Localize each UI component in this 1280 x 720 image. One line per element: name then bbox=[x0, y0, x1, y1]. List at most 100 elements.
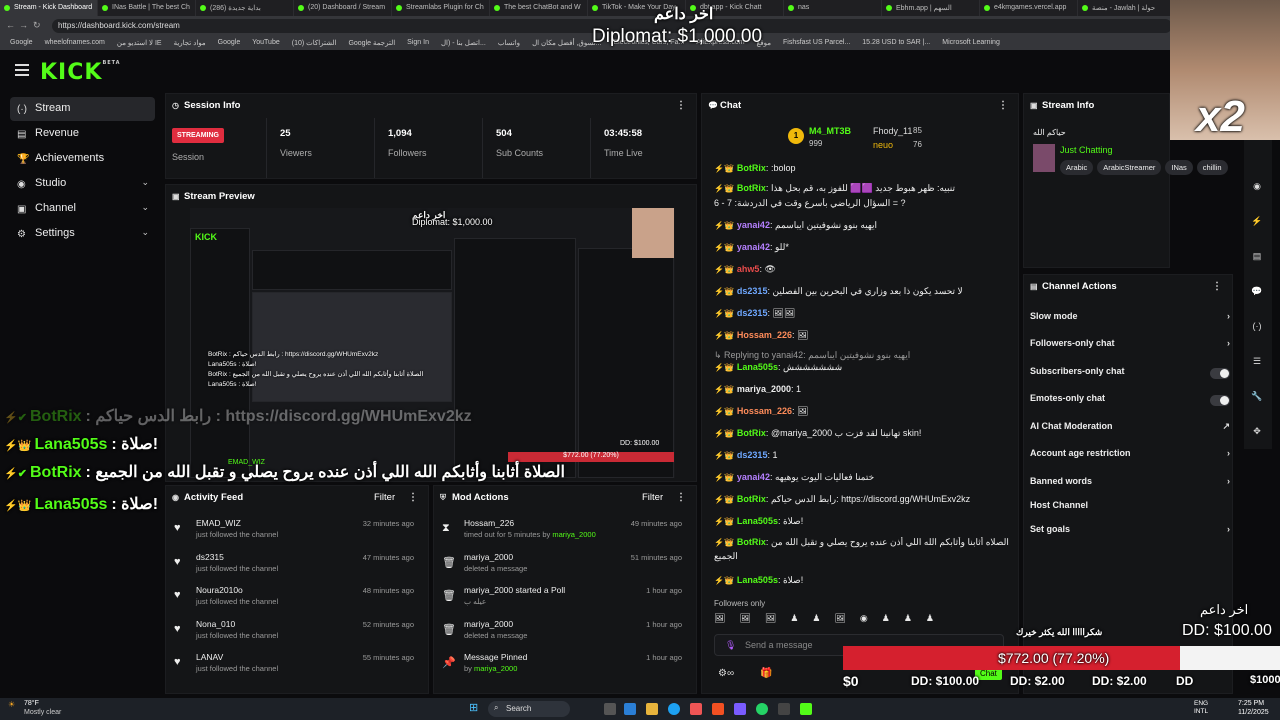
lang-indicator[interactable]: ENG bbox=[1194, 700, 1208, 707]
kebab-icon[interactable]: ⋮ bbox=[676, 100, 686, 111]
bookmark-item[interactable]: الشتراكات (10) bbox=[288, 36, 341, 50]
chat-username[interactable]: BotRix bbox=[737, 537, 766, 547]
stream-preview-video[interactable]: KICK اخر داعم Diplomat: $1,000.00 $772.0… bbox=[190, 208, 675, 478]
browser-tab[interactable]: (20) Dashboard / Stream bbox=[294, 0, 392, 16]
activity-name[interactable]: Nona_010 bbox=[196, 619, 235, 629]
clock-time[interactable]: 7:25 PM bbox=[1238, 700, 1264, 707]
sidebar-item-revenue[interactable]: ▤ Revenue bbox=[10, 122, 155, 146]
bookmark-item[interactable]: Google bbox=[6, 36, 37, 50]
chat-username[interactable]: Lana505s bbox=[737, 575, 778, 585]
browser-tab[interactable]: INas Battle | The best Ch bbox=[98, 0, 196, 16]
emote-icon[interactable]: ♟ bbox=[812, 613, 820, 627]
plus-icon[interactable]: ✥ bbox=[1250, 426, 1264, 440]
tag-pill[interactable]: INas bbox=[1165, 160, 1193, 175]
broadcast-icon[interactable]: (·) bbox=[1250, 321, 1264, 335]
task-view-icon[interactable] bbox=[604, 703, 616, 715]
mod-action-title[interactable]: mariya_2000 started a Poll bbox=[464, 585, 565, 595]
chat-username[interactable]: mariya_2000 bbox=[737, 384, 791, 394]
browser-tab[interactable]: منصة - Jawlah | حولة bbox=[1078, 0, 1176, 16]
chat-username[interactable]: BotRix bbox=[737, 494, 766, 504]
sidebar-item-studio[interactable]: ◉ Studio ⌄ bbox=[10, 172, 155, 196]
chevron-down-icon[interactable]: ⌄ bbox=[141, 227, 149, 238]
bookmark-item[interactable]: واتساب bbox=[494, 36, 524, 50]
kebab-icon[interactable]: ⋮ bbox=[1212, 281, 1222, 292]
activity-name[interactable]: Noura2010o bbox=[196, 585, 243, 595]
kick-logo[interactable]: KICKBETA bbox=[40, 60, 121, 85]
emote-icon[interactable]: 🖼 bbox=[834, 613, 845, 627]
chat-username[interactable]: Hossam_226 bbox=[737, 330, 792, 340]
emote-icon[interactable]: ♟ bbox=[926, 613, 934, 627]
tag-pill[interactable]: Arabic bbox=[1060, 160, 1094, 175]
activity-name[interactable]: ds2315 bbox=[196, 552, 224, 562]
browser-tab[interactable]: The best ChatBot and W bbox=[490, 0, 588, 16]
chat-username[interactable]: ds2315 bbox=[737, 308, 768, 318]
channel-action-subscribers-only-chat[interactable]: Subscribers-only chat bbox=[1030, 366, 1230, 384]
bookmark-item[interactable]: لا استديو من IE bbox=[113, 36, 166, 50]
category-link[interactable]: Just Chatting bbox=[1060, 145, 1113, 155]
kebab-icon[interactable]: ⋮ bbox=[408, 492, 418, 503]
activity-name[interactable]: LANAV bbox=[196, 652, 223, 662]
mod-action-title[interactable]: Hossam_226 bbox=[464, 518, 514, 528]
browser-tab[interactable]: Streamlabs Plugin for Ch bbox=[392, 0, 490, 16]
chevron-right-icon[interactable]: › bbox=[1227, 311, 1230, 321]
menu-icon[interactable] bbox=[15, 64, 29, 76]
chat-username[interactable]: BotRix bbox=[737, 428, 766, 438]
filter-button[interactable]: Filter bbox=[374, 492, 395, 503]
app-icon[interactable] bbox=[690, 703, 702, 715]
toggle-switch[interactable] bbox=[1210, 395, 1230, 406]
bookmark-item[interactable]: YouTube bbox=[248, 36, 284, 50]
chevron-down-icon[interactable]: ⌄ bbox=[141, 177, 149, 188]
emote-icon[interactable]: ♟ bbox=[882, 613, 890, 627]
mic-icon[interactable]: 🎙 bbox=[725, 640, 736, 651]
settings-icon[interactable]: ⚙∞ bbox=[718, 668, 734, 679]
chevron-right-icon[interactable]: › bbox=[1227, 338, 1230, 348]
list-icon[interactable]: ☰ bbox=[1250, 356, 1264, 370]
emote-icon[interactable]: ♟ bbox=[790, 613, 798, 627]
mod-user-link[interactable]: mariya_2000 bbox=[474, 664, 517, 673]
chat-username[interactable]: ds2315 bbox=[737, 286, 768, 296]
emote-icon[interactable]: ♟ bbox=[904, 613, 912, 627]
mod-action-title[interactable]: Message Pinned bbox=[464, 652, 527, 662]
bolt-icon[interactable]: ⚡ bbox=[1250, 216, 1264, 230]
tag-pill[interactable]: chillin bbox=[1196, 160, 1228, 175]
back-icon[interactable]: ← bbox=[6, 20, 15, 30]
explorer-icon[interactable] bbox=[646, 703, 658, 715]
browser-tab[interactable]: Stream - Kick Dashboard bbox=[0, 0, 98, 16]
chat-username[interactable]: ahw5 bbox=[737, 264, 760, 274]
chevron-down-icon[interactable]: ⌄ bbox=[141, 202, 149, 213]
chat-username[interactable]: BotRix bbox=[737, 183, 766, 193]
browser-tab[interactable]: e4kmgames.vercel.app bbox=[980, 0, 1078, 16]
obs-icon[interactable] bbox=[778, 703, 790, 715]
channel-action-set-goals[interactable]: Set goals › bbox=[1030, 524, 1230, 542]
channel-action-ai-chat-moderation[interactable]: AI Chat Moderation ↗ bbox=[1030, 421, 1230, 439]
channel-action-emotes-only-chat[interactable]: Emotes-only chat bbox=[1030, 393, 1230, 411]
bookmark-item[interactable]: اتصل بنا - (ال... bbox=[437, 36, 490, 50]
chat-username[interactable]: yanai42 bbox=[737, 220, 770, 230]
chat-username[interactable]: Lana505s bbox=[737, 516, 778, 526]
browser-tab[interactable]: nas bbox=[784, 0, 882, 16]
chat-username[interactable]: BotRix bbox=[737, 163, 766, 173]
chevron-right-icon[interactable]: › bbox=[1227, 524, 1230, 534]
chevron-right-icon[interactable]: › bbox=[1227, 476, 1230, 486]
bookmark-item[interactable]: Microsoft Learning bbox=[938, 36, 1004, 50]
wrench-icon[interactable]: 🔧 bbox=[1250, 391, 1264, 405]
mod-action-title[interactable]: mariya_2000 bbox=[464, 552, 513, 562]
gift-icon[interactable]: 🎁 bbox=[760, 668, 772, 679]
chat-username[interactable]: yanai42 bbox=[737, 472, 770, 482]
emote-icon[interactable]: 🖼 bbox=[739, 613, 750, 627]
chat-username[interactable]: Hossam_226 bbox=[737, 406, 792, 416]
external-link-icon[interactable]: ↗ bbox=[1222, 421, 1230, 432]
chat-username[interactable]: ds2315 bbox=[737, 450, 768, 460]
bookmark-item[interactable]: مواد تجارية bbox=[170, 36, 210, 50]
channel-action-banned-words[interactable]: Banned words › bbox=[1030, 476, 1230, 494]
activity-name[interactable]: EMAD_WIZ bbox=[196, 518, 241, 528]
channel-action-host-channel[interactable]: Host Channel bbox=[1030, 500, 1230, 518]
app-icon[interactable] bbox=[734, 703, 746, 715]
channel-action-account-age-restriction[interactable]: Account age restriction › bbox=[1030, 448, 1230, 466]
toggle-switch[interactable] bbox=[1210, 368, 1230, 379]
chrome-icon[interactable] bbox=[668, 703, 680, 715]
sidebar-item-channel[interactable]: ▣ Channel ⌄ bbox=[10, 197, 155, 221]
mod-user-link[interactable]: mariya_2000 bbox=[552, 530, 595, 539]
bookmark-item[interactable]: 15.28 USD to SAR |... bbox=[858, 36, 934, 50]
sidebar-item-stream[interactable]: (·) Stream bbox=[10, 97, 155, 121]
